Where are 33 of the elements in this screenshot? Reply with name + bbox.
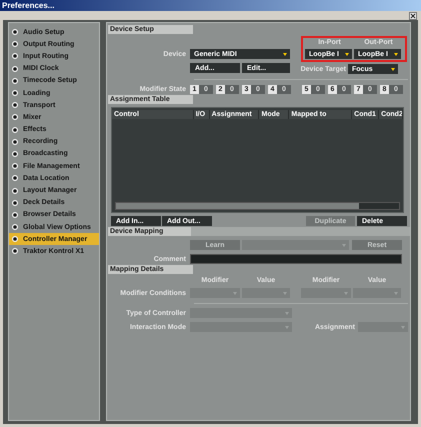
bullet-icon <box>12 53 18 60</box>
mapping-dropdown[interactable] <box>242 240 349 250</box>
bullet-icon <box>12 200 18 206</box>
close-icon <box>410 12 416 18</box>
scrollbar-thumb[interactable] <box>116 203 360 209</box>
bullet-icon <box>12 29 18 36</box>
bullet-icon <box>12 224 18 230</box>
comment-field[interactable] <box>190 254 402 264</box>
bullet-icon <box>12 41 18 48</box>
assignment-dropdown[interactable] <box>358 322 408 332</box>
controller-type-dropdown[interactable] <box>190 308 292 318</box>
close-button[interactable] <box>409 12 417 20</box>
bullet-icon <box>12 114 18 120</box>
bullet-icon <box>12 212 18 218</box>
bullet-icon <box>12 248 18 254</box>
condition-dropdown[interactable] <box>190 288 240 298</box>
interaction-mode-dropdown[interactable] <box>190 322 292 332</box>
bullet-icon <box>12 66 18 72</box>
bullet-icon <box>12 175 18 182</box>
bullet-icon <box>12 188 18 194</box>
bullet-icon <box>12 126 18 133</box>
bullet-icon <box>12 102 18 108</box>
condition-dropdown[interactable] <box>242 288 290 298</box>
bullet-icon <box>12 90 18 96</box>
bullet-icon <box>12 150 18 157</box>
window-title: Preferences... <box>2 1 54 10</box>
bullet-icon <box>12 163 18 170</box>
horizontal-scrollbar[interactable] <box>115 202 400 210</box>
bullet-icon <box>12 138 18 145</box>
bullet-icon <box>12 236 18 242</box>
condition-dropdown[interactable] <box>301 288 351 298</box>
bullet-icon <box>12 78 18 84</box>
condition-dropdown[interactable] <box>353 288 401 298</box>
